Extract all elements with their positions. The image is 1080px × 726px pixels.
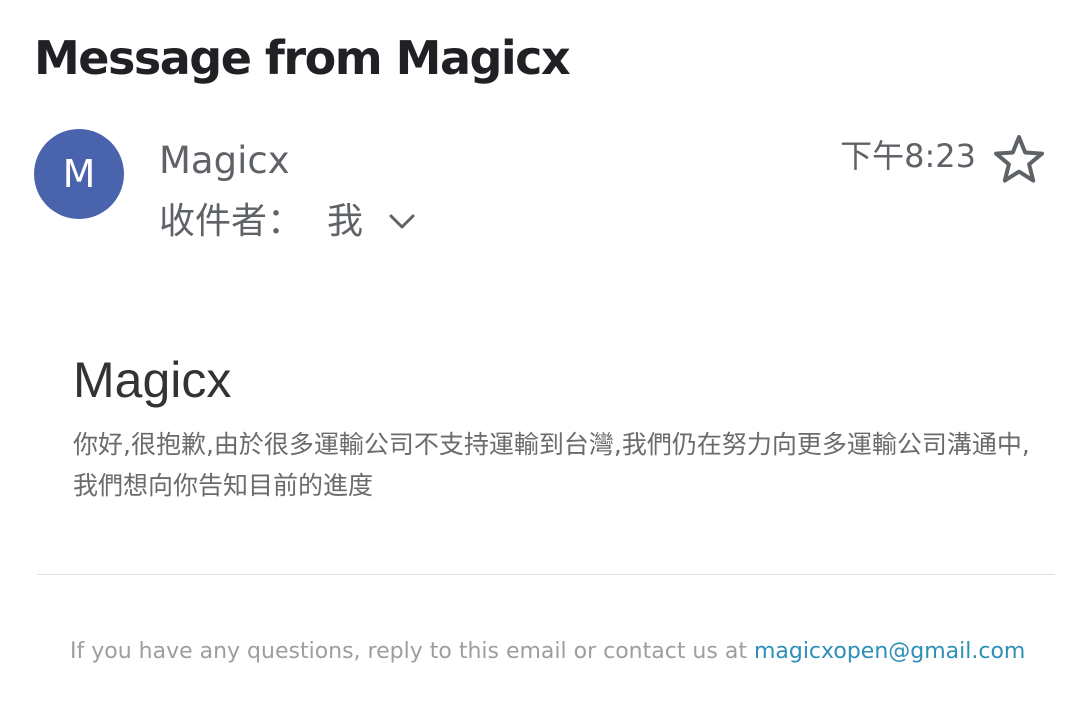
footer-text: If you have any questions, reply to this…: [70, 639, 754, 664]
contact-email-link[interactable]: magicxopen@gmail.com: [754, 639, 1025, 664]
divider: [37, 574, 1055, 575]
sender-name[interactable]: Magicx: [159, 139, 290, 183]
body-heading: Magicx: [73, 352, 232, 408]
star-outline-icon: [994, 135, 1044, 183]
footer-note: If you have any questions, reply to this…: [70, 638, 1025, 667]
star-button[interactable]: [990, 130, 1048, 188]
email-timestamp: 下午8:23: [840, 137, 976, 175]
body-text: 你好,很抱歉,由於很多運輸公司不支持運輸到台灣,我們仍在努力向更多運輸公司溝通中…: [73, 430, 1030, 500]
avatar-initial: M: [62, 152, 96, 196]
email-subject: Message from Magicx: [34, 31, 571, 85]
chevron-down-icon[interactable]: [387, 207, 417, 237]
recipient-label: 收件者：: [159, 201, 304, 242]
recipient-details-toggle[interactable]: 收件者： 我: [159, 200, 417, 243]
recipient-value: 我: [327, 201, 364, 242]
sender-avatar[interactable]: M: [34, 129, 124, 219]
